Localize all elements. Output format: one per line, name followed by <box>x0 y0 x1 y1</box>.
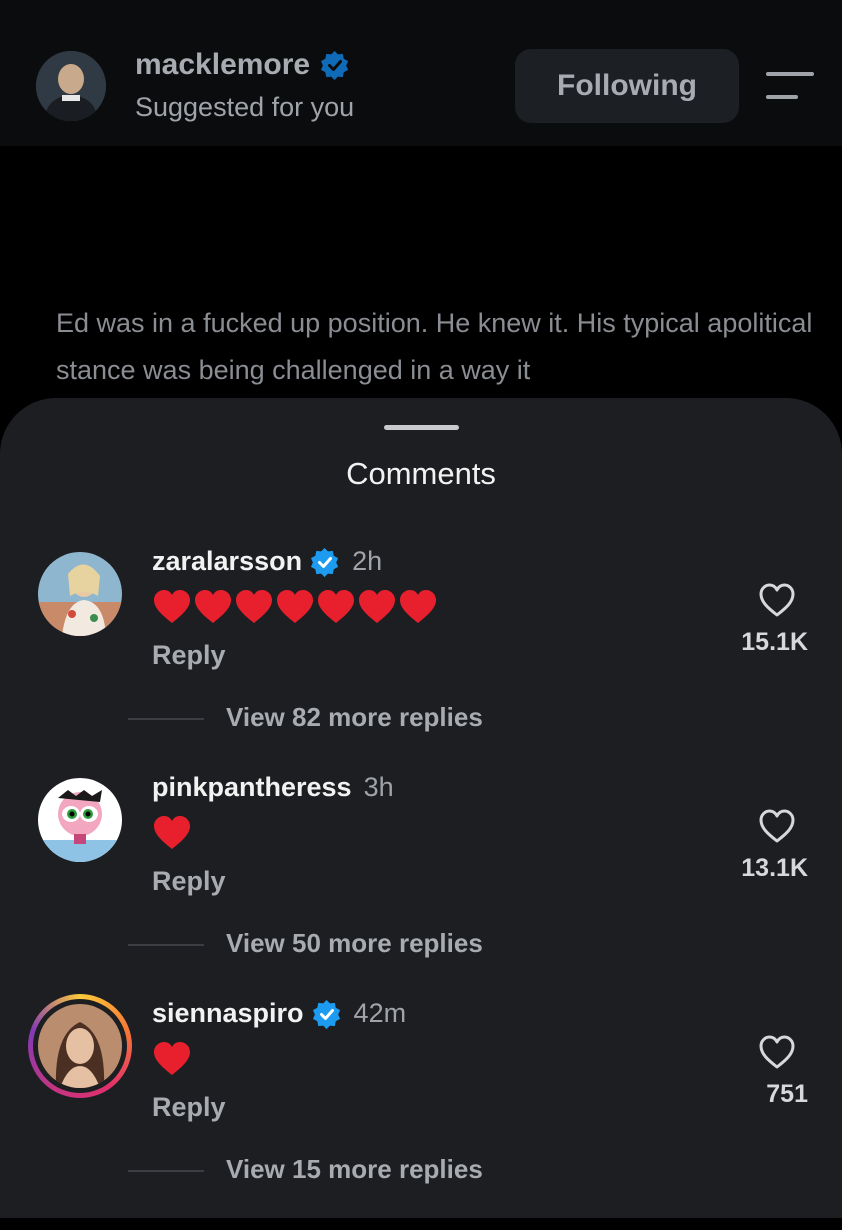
divider <box>128 944 204 946</box>
red-heart-emoji-icon <box>359 590 395 623</box>
story-ring-avatar[interactable] <box>28 994 132 1098</box>
avatar[interactable] <box>38 778 122 862</box>
post-body-text: Ed was in a fucked up position. He knew … <box>56 308 813 385</box>
comment-username[interactable]: pinkpantheress <box>152 772 352 803</box>
comment-author[interactable]: pinkpantheress 3h <box>152 772 394 803</box>
red-heart-emoji-icon <box>236 590 272 623</box>
comment-text <box>154 590 436 624</box>
following-button[interactable]: Following <box>515 49 739 123</box>
red-heart-emoji-icon <box>277 590 313 623</box>
avatar[interactable] <box>38 552 122 636</box>
red-heart-emoji-icon <box>154 816 190 849</box>
post-header: macklemore Suggested for you Following <box>0 0 842 146</box>
comment-username[interactable]: zaralarsson <box>152 546 302 577</box>
heart-outline-icon[interactable] <box>758 808 796 844</box>
menu-icon[interactable] <box>766 72 814 100</box>
author-username[interactable]: macklemore <box>135 48 310 82</box>
heart-outline-icon[interactable] <box>758 1034 796 1070</box>
comments-sheet: Comments zaralarsson 2h Reply 15.1K View… <box>0 398 842 1218</box>
comment-timestamp: 42m <box>353 998 407 1028</box>
red-heart-emoji-icon <box>318 590 354 623</box>
verified-badge-icon <box>321 50 349 80</box>
view-replies-button[interactable]: View 82 more replies <box>226 702 483 733</box>
comment-text <box>154 816 190 850</box>
comment-author[interactable]: zaralarsson 2h <box>152 546 382 577</box>
sheet-drag-handle[interactable] <box>384 425 459 430</box>
comment-timestamp: 3h <box>363 772 394 802</box>
reply-button[interactable]: Reply <box>152 866 226 897</box>
divider <box>128 1170 204 1172</box>
verified-badge-icon <box>311 547 339 577</box>
reply-button[interactable]: Reply <box>152 1092 226 1123</box>
avatar[interactable] <box>36 51 106 121</box>
comment-text <box>154 1042 190 1076</box>
view-replies-button[interactable]: View 15 more replies <box>226 1154 483 1185</box>
comment-item: zaralarsson 2h Reply 15.1K View 82 more … <box>0 546 842 778</box>
comment-author[interactable]: siennaspiro 42m <box>152 998 406 1029</box>
heart-outline-icon[interactable] <box>758 582 796 618</box>
avatar <box>38 1004 122 1088</box>
divider <box>128 718 204 720</box>
red-heart-emoji-icon <box>400 590 436 623</box>
reply-button[interactable]: Reply <box>152 640 226 671</box>
like-count: 13.1K <box>741 854 808 882</box>
like-count: 15.1K <box>741 628 808 656</box>
red-heart-emoji-icon <box>154 1042 190 1075</box>
verified-badge-icon <box>312 999 340 1029</box>
comment-timestamp: 2h <box>352 546 383 576</box>
red-heart-emoji-icon <box>154 590 190 623</box>
comment-item: pinkpantheress 3h Reply 13.1K View 50 mo… <box>0 772 842 1004</box>
view-replies-button[interactable]: View 50 more replies <box>226 928 483 959</box>
suggested-label: Suggested for you <box>135 92 355 122</box>
comment-username[interactable]: siennaspiro <box>152 998 304 1029</box>
sheet-title: Comments <box>346 456 496 491</box>
comment-item: siennaspiro 42m Reply 751 View 15 more r… <box>0 994 842 1230</box>
post-author[interactable]: macklemore <box>135 48 350 82</box>
red-heart-emoji-icon <box>195 590 231 623</box>
like-count: 751 <box>766 1080 808 1108</box>
